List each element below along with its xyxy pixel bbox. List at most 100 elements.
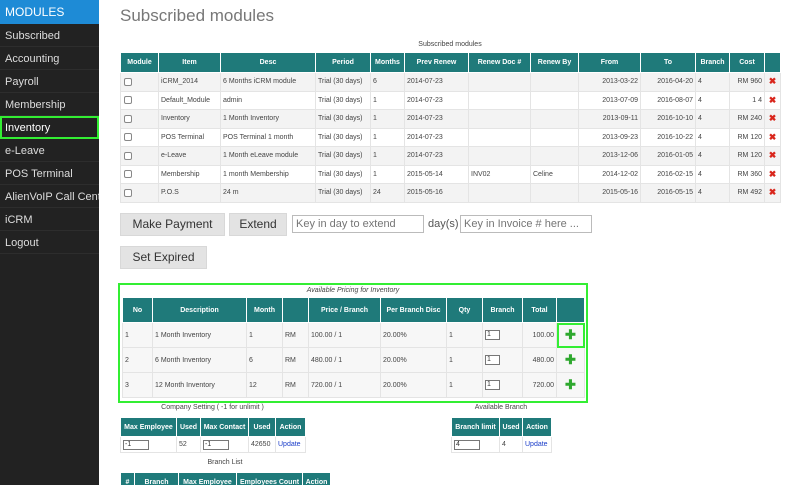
cell [468,146,531,166]
cell: 1 [370,109,405,129]
col-header: Used [176,417,201,437]
contact-used: 42650 [248,436,276,453]
cell: 2013-09-23 [578,127,641,147]
set-expired-button[interactable]: Set Expired [120,246,207,269]
cell [530,90,579,110]
col-header: Max Employee [120,417,177,437]
branch-limit-input[interactable]: 4 [454,439,480,450]
col-header [556,297,585,323]
cell: 12 [246,372,283,398]
cell: 20.00% [380,347,447,373]
cell: Inventory [158,109,221,129]
subscribed-row: e-Leave 1 Month eLeave module Trial (30 da… [120,146,781,166]
sidebar-item-alienvoip[interactable]: AlienVoIP Call Center Ch [0,185,99,208]
cell: RM 240 [729,109,765,129]
sidebar-item-pos-terminal[interactable]: POS Terminal [0,162,99,185]
branch-qty-input[interactable]: 1 [485,380,500,390]
cell: 4 [695,127,730,147]
branch-update-link[interactable]: Update [525,441,548,448]
delete-icon[interactable]: ✖ [769,95,777,105]
company-update-link[interactable]: Update [278,441,301,448]
cell: 480.00 / 1 [308,347,381,373]
cell: 1 [370,164,405,184]
add-icon[interactable]: ✚ [565,377,576,393]
sidebar-item-membership[interactable]: Membership [0,93,99,116]
col-header: # [120,472,135,485]
cell: 6 Months iCRM module [220,72,316,92]
pricing-row: 11 Month Inventory 1 RM 100.00 / 1 20.00% 1 1 1… [122,322,585,348]
cell: 6 [246,347,283,373]
cell: 2016-01-05 [640,146,696,166]
row-checkbox[interactable] [124,96,132,105]
row-checkbox[interactable] [124,77,132,86]
cell: 1 [446,347,483,373]
delete-icon[interactable]: ✖ [769,113,777,123]
pricing-row: 3 12 Month Inventory 12 RM 720.00 / 1 20.00% 1… [122,372,585,398]
row-checkbox[interactable] [124,170,132,179]
subscribed-caption: Subscribed modules [418,41,482,48]
cell: POS Terminal 1 month [220,127,316,147]
delete-icon[interactable]: ✖ [769,76,777,86]
available-branch-table: Branch limit Used Action 4 4 Update [451,417,552,453]
extend-days-input[interactable] [292,215,424,233]
branch-qty-input[interactable]: 1 [485,355,500,365]
delete-icon[interactable]: ✖ [769,187,777,197]
add-icon[interactable]: ✚ [565,327,576,343]
sidebar-item-accounting[interactable]: Accounting [0,47,99,70]
sidebar-item-payroll[interactable]: Payroll [0,70,99,93]
cell: 1 [370,146,405,166]
sidebar-item-icrm[interactable]: iCRM [0,208,99,231]
sidebar-item-logout[interactable]: Logout [0,231,99,254]
col-header: Branch [695,52,730,73]
branch-qty-input[interactable]: 1 [485,330,500,340]
row-checkbox[interactable] [124,133,132,142]
col-header: Action [522,417,552,437]
cell: POS Terminal [158,127,221,147]
make-payment-button[interactable]: Make Payment [120,213,225,236]
col-header: Period [315,52,371,73]
days-label: day(s) [428,218,459,230]
col-header: Month [246,297,283,323]
max-contact-input[interactable]: -1 [203,439,229,450]
cell: 2015-05-16 [578,183,641,203]
row-checkbox[interactable] [124,114,132,123]
cell: Trial (30 days) [315,109,371,129]
subscribed-row: Inventory 1 Month Inventory Trial (30 days… [120,109,781,129]
cell: 2016-10-22 [640,127,696,147]
col-header: Renew Doc # [468,52,531,73]
delete-icon[interactable]: ✖ [769,150,777,160]
cell [468,72,531,92]
cell [468,183,531,203]
add-icon[interactable]: ✚ [565,352,576,368]
col-header: Per Branch Disc [380,297,447,323]
col-header: Branch [134,472,179,485]
col-header: No [122,297,153,323]
sidebar-item-inventory[interactable]: Inventory [0,116,99,139]
cell: 2016-05-15 [640,183,696,203]
extend-button[interactable]: Extend [229,213,287,236]
cell: 720.00 [522,372,557,398]
cell: 2016-08-07 [640,90,696,110]
max-employee-input[interactable]: -1 [123,439,149,450]
col-header [282,297,309,323]
cell: 20.00% [380,322,447,348]
invoice-input[interactable] [460,215,592,233]
col-header: Desc [220,52,316,73]
cell: 1 [446,372,483,398]
cell: 1 month Membership [220,164,316,184]
cell: Default_Module [158,90,221,110]
cell: RM 120 [729,146,765,166]
delete-icon[interactable]: ✖ [769,169,777,179]
cell: RM [282,322,309,348]
sidebar-item-subscribed[interactable]: Subscribed [0,24,99,47]
available-branch-caption: Available Branch [474,404,528,411]
cell: RM 492 [729,183,765,203]
col-header: Qty [446,297,483,323]
row-checkbox[interactable] [124,151,132,160]
employee-used: 52 [176,436,201,453]
delete-icon[interactable]: ✖ [769,132,777,142]
cell: 1 [370,127,405,147]
cell: 3 [122,372,153,398]
sidebar-item-eleave[interactable]: e-Leave [0,139,99,162]
row-checkbox[interactable] [124,188,132,197]
